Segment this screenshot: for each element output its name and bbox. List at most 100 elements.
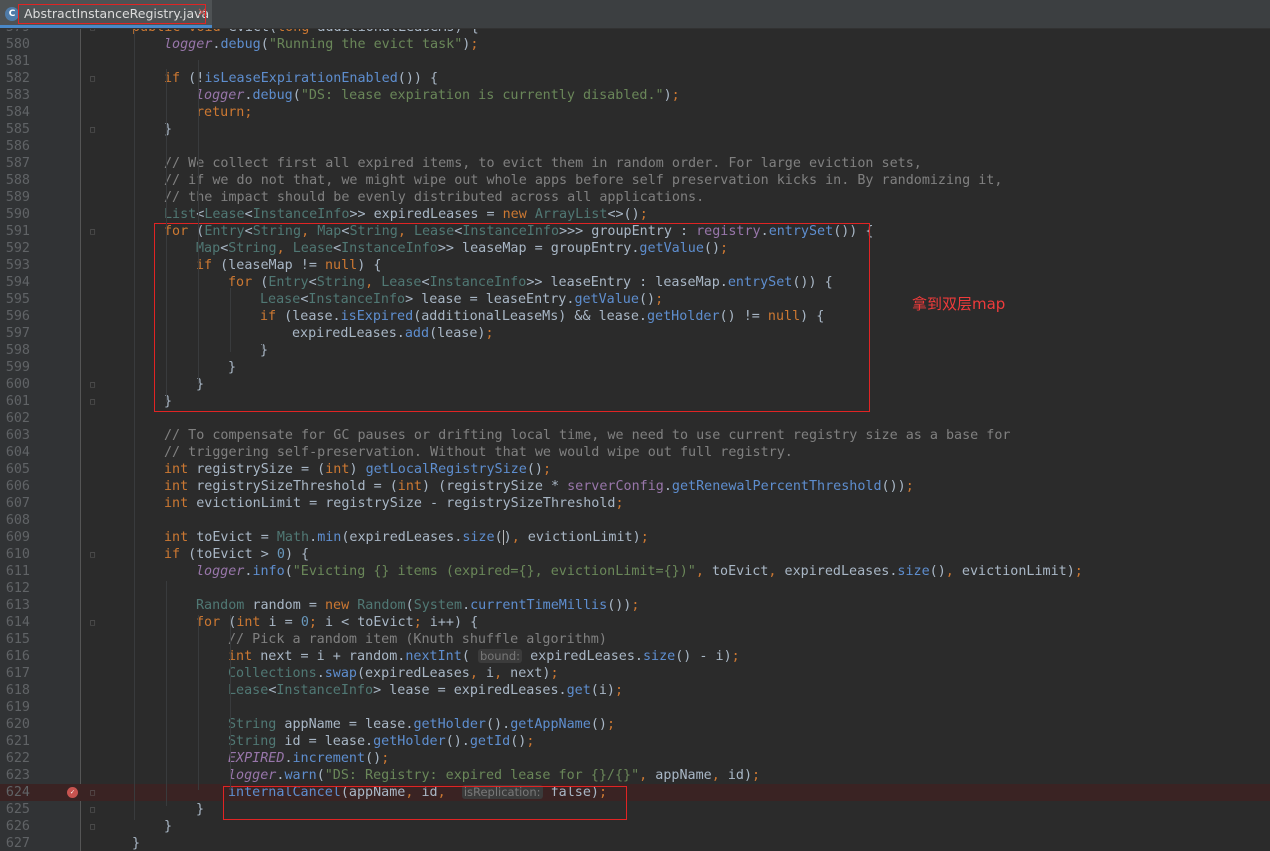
indent-guide: [262, 344, 263, 350]
line-number: 614: [5, 615, 30, 630]
line-number: 599: [5, 360, 30, 375]
code-text: int next = i + random.nextInt( bound: ex…: [228, 649, 740, 664]
line-number: 591: [5, 224, 30, 239]
code-line[interactable]: 607 int evictionLimit = registrySize - re…: [0, 495, 1270, 512]
code-line[interactable]: 589 // the impact should be evenly distri…: [0, 189, 1270, 206]
breakpoint-icon[interactable]: ✓: [67, 787, 78, 798]
code-text: Collections.swap(expiredLeases, i, next)…: [228, 666, 559, 681]
fold-marker-icon[interactable]: □: [88, 397, 97, 406]
fold-marker-icon[interactable]: □: [88, 74, 97, 83]
code-line[interactable]: 602: [0, 410, 1270, 427]
code-line[interactable]: 615 // Pick a random item (Knuth shuffle …: [0, 631, 1270, 648]
line-number: 605: [5, 462, 30, 477]
line-number: 590: [5, 207, 30, 222]
code-line[interactable]: 617 Collections.swap(expiredLeases, i, ne…: [0, 665, 1270, 682]
code-line[interactable]: 583 logger.debug("DS: lease expiration is…: [0, 87, 1270, 104]
line-number: 618: [5, 683, 30, 698]
code-text: logger.debug("Running the evict task");: [164, 37, 479, 52]
line-number: 615: [5, 632, 30, 647]
code-line[interactable]: 580 logger.debug("Running the evict task"…: [0, 36, 1270, 53]
code-line[interactable]: 612: [0, 580, 1270, 597]
code-line[interactable]: 579□public void evict(long additionalLea…: [0, 28, 1270, 36]
line-number: 607: [5, 496, 30, 511]
code-line[interactable]: 610 □ if (toEvict > 0) {: [0, 546, 1270, 563]
line-number: 625: [5, 802, 30, 817]
fold-marker-icon[interactable]: □: [88, 788, 97, 797]
code-line[interactable]: 609 int toEvict = Math.min(expiredLeases.…: [0, 529, 1270, 546]
code-text: Lease<InstanceInfo> lease = expiredLease…: [228, 683, 624, 698]
line-number: 603: [5, 428, 30, 443]
code-line[interactable]: 587 // We collect first all expired items…: [0, 155, 1270, 172]
code-area[interactable]: 579 □ public void evict(long additionalLea…: [0, 28, 1270, 851]
line-number: 622: [5, 751, 30, 766]
line-number: 606: [5, 479, 30, 494]
line-number: 581: [5, 54, 30, 69]
annotation-label: 拿到双层map: [912, 295, 1006, 313]
code-line[interactable]: 622 EXPIRED.increment();: [0, 750, 1270, 767]
fold-marker-icon[interactable]: □: [88, 380, 97, 389]
code-line[interactable]: 603 // To compensate for GC pauses or dri…: [0, 427, 1270, 444]
code-text: }: [132, 836, 141, 851]
code-line[interactable]: 620 String appName = lease.getHolder().ge…: [0, 716, 1270, 733]
code-line[interactable]: 618 Lease<InstanceInfo> lease = expiredLe…: [0, 682, 1270, 699]
code-line[interactable]: 614 □ for (int i = 0; i < toEvict; i++) {: [0, 614, 1270, 631]
code-line[interactable]: 627}: [0, 835, 1270, 851]
code-line[interactable]: 619: [0, 699, 1270, 716]
code-line[interactable]: 605 int registrySize = (int) getLocalRegi…: [0, 461, 1270, 478]
line-number: 584: [5, 105, 30, 120]
line-number: 594: [5, 275, 30, 290]
code-line[interactable]: 606 int registrySizeThreshold = (int) (re…: [0, 478, 1270, 495]
code-line[interactable]: 584 return;: [0, 104, 1270, 121]
fold-marker-icon[interactable]: □: [88, 550, 97, 559]
code-text: }: [164, 819, 173, 834]
line-number: 586: [5, 139, 30, 154]
line-number: 610: [5, 547, 30, 562]
line-number: 623: [5, 768, 30, 783]
tab-annotation-box: [18, 4, 206, 24]
code-text: EXPIRED.increment();: [228, 751, 390, 766]
line-number: 627: [5, 836, 30, 851]
fold-marker-icon[interactable]: □: [88, 822, 97, 831]
line-number: 601: [5, 394, 30, 409]
code-line[interactable]: 625 □}: [0, 801, 1270, 818]
line-number: 621: [5, 734, 30, 749]
indent-guide: [198, 60, 199, 384]
line-number: 626: [5, 819, 30, 834]
code-text: String appName = lease.getHolder().getAp…: [228, 717, 615, 732]
code-text: // Pick a random item (Knuth shuffle alg…: [228, 632, 607, 647]
indent-guide: [198, 615, 199, 790]
code-line[interactable]: 582 □ if (!isLeaseExpirationEnabled()) {: [0, 70, 1270, 87]
fold-marker-icon[interactable]: □: [88, 618, 97, 627]
code-text: if (!isLeaseExpirationEnabled()) {: [164, 71, 439, 86]
code-line[interactable]: 590 List<Lease<InstanceInfo>> expiredLeas…: [0, 206, 1270, 223]
line-number: 602: [5, 411, 30, 426]
line-number: 619: [5, 700, 30, 715]
code-line[interactable]: 586: [0, 138, 1270, 155]
code-line[interactable]: 626 □}: [0, 818, 1270, 835]
java-class-icon: C: [5, 7, 19, 21]
line-number: 624: [5, 785, 30, 800]
code-line[interactable]: 581: [0, 53, 1270, 70]
fold-marker-icon[interactable]: □: [88, 805, 97, 814]
code-line[interactable]: 585 □}: [0, 121, 1270, 138]
fold-marker-icon[interactable]: □: [88, 125, 97, 134]
code-editor[interactable]: 579 □ public void evict(long additionalLea…: [0, 28, 1270, 851]
line-number: 598: [5, 343, 30, 358]
code-line[interactable]: 621 String id = lease.getHolder().getId()…: [0, 733, 1270, 750]
line-number: 620: [5, 717, 30, 732]
code-line[interactable]: 616 int next = i + random.nextInt( bound:…: [0, 648, 1270, 665]
code-line[interactable]: 623 logger.warn("DS: Registry: expired le…: [0, 767, 1270, 784]
code-text: Random random = new Random(System.curren…: [196, 598, 640, 613]
code-line[interactable]: 624 □ ✓ internalCancel(appName, id, isRepli…: [0, 784, 1270, 801]
code-line[interactable]: 611 logger.info("Evicting {} items (expir…: [0, 563, 1270, 580]
line-number: 611: [5, 564, 30, 579]
line-number: 588: [5, 173, 30, 188]
code-line[interactable]: 588 // if we do not that, we might wipe o…: [0, 172, 1270, 189]
fold-marker-icon[interactable]: □: [88, 227, 97, 236]
line-number: 597: [5, 326, 30, 341]
line-number: 616: [5, 649, 30, 664]
code-line[interactable]: 613 Random random = new Random(System.cur…: [0, 597, 1270, 614]
line-number: 582: [5, 71, 30, 86]
code-line[interactable]: 608: [0, 512, 1270, 529]
code-line[interactable]: 604 // triggering self-preservation. With…: [0, 444, 1270, 461]
